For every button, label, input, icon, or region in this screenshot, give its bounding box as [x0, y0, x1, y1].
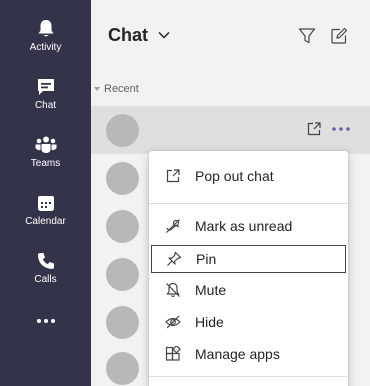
filter-icon[interactable]: [298, 27, 316, 45]
page-title[interactable]: Chat: [108, 25, 148, 46]
section-label: Recent: [104, 83, 139, 95]
menu-item-manage-apps[interactable]: Manage apps: [149, 339, 348, 370]
menu-item-label: Manage apps: [195, 346, 280, 362]
avatar: [106, 210, 139, 243]
avatar: [106, 114, 139, 147]
rail-item-label: Calendar: [25, 216, 66, 227]
rail-item-calendar[interactable]: Calendar: [0, 182, 91, 238]
avatar: [106, 352, 139, 385]
rail-item-activity[interactable]: Activity: [0, 8, 91, 64]
bell-icon: [0, 18, 91, 40]
rail-item-label: Activity: [29, 42, 62, 53]
app-bar: Activity Chat Teams Calendar Calls: [0, 0, 91, 386]
menu-item-label: Mute: [195, 282, 227, 298]
rail-item-calls[interactable]: Calls: [0, 240, 91, 296]
menu-item-hide[interactable]: Hide: [149, 307, 348, 338]
phone-icon: [0, 250, 91, 272]
pin-icon: [167, 251, 182, 266]
menu-item-pin[interactable]: Pin: [151, 245, 346, 273]
chat-row-selected[interactable]: [91, 106, 370, 154]
apps-icon: [165, 346, 181, 361]
calendar-icon: [0, 192, 91, 214]
rail-item-more[interactable]: [0, 294, 91, 350]
chevron-down-icon[interactable]: [157, 28, 171, 42]
menu-divider: [149, 203, 348, 204]
teams-window: Activity Chat Teams Calendar Calls Chat …: [0, 0, 370, 386]
rail-item-label: Calls: [34, 274, 57, 285]
caret-down-icon: [94, 87, 100, 91]
menu-item-label: Hide: [195, 314, 224, 330]
more-options-icon[interactable]: [331, 120, 351, 138]
menu-item-pop-out-chat[interactable]: Pop out chat: [149, 161, 348, 192]
rail-item-label: Teams: [30, 158, 61, 169]
rail-item-chat[interactable]: Chat: [0, 66, 91, 122]
rail-item-label: Chat: [34, 100, 57, 111]
chat-context-menu: Pop out chat Mark as unread Pin Mute Hid…: [149, 151, 348, 386]
mark-unread-icon: [166, 219, 180, 233]
avatar: [106, 258, 139, 291]
mute-icon: [166, 282, 180, 298]
menu-item-label: Mark as unread: [195, 218, 293, 234]
compose-icon[interactable]: [330, 27, 348, 45]
menu-item-mark-as-unread[interactable]: Mark as unread: [149, 211, 348, 242]
teams-icon: [0, 134, 91, 156]
avatar: [106, 306, 139, 339]
menu-item-label: Pop out chat: [195, 168, 274, 184]
popout-icon: [166, 169, 180, 183]
hide-icon: [165, 315, 181, 329]
menu-item-label: Pin: [196, 251, 217, 267]
popout-icon[interactable]: [306, 120, 322, 138]
rail-item-teams[interactable]: Teams: [0, 124, 91, 180]
chat-icon: [0, 76, 91, 98]
menu-divider: [149, 376, 348, 377]
menu-item-mute[interactable]: Mute: [149, 275, 348, 306]
more-icon: [0, 310, 91, 332]
chat-list-header: Chat: [91, 0, 370, 70]
avatar: [106, 162, 139, 195]
section-recent[interactable]: Recent: [94, 83, 139, 95]
